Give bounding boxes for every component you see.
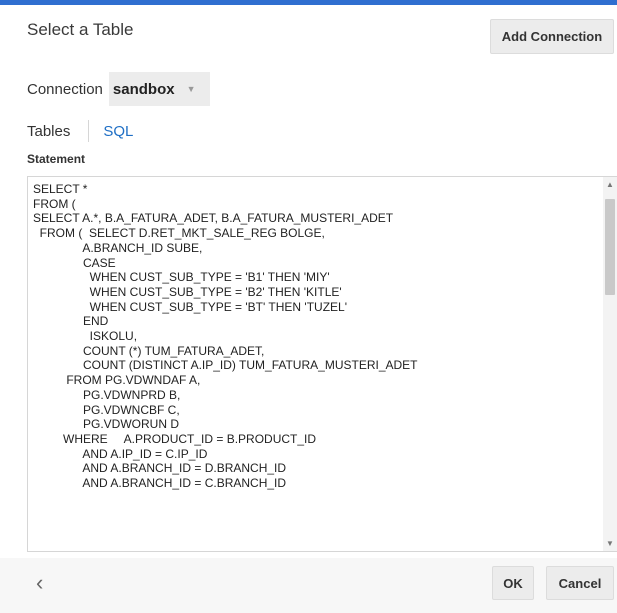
source-tabs: Tables SQL — [27, 120, 133, 142]
add-connection-button[interactable]: Add Connection — [490, 19, 614, 54]
sql-statement-editor[interactable]: SELECT * FROM ( SELECT A.*, B.A_FATURA_A… — [27, 176, 617, 552]
connection-label: Connection — [27, 80, 103, 98]
tab-divider — [88, 120, 90, 142]
connection-value: sandbox — [112, 80, 175, 98]
editor-scrollbar[interactable]: ▲ ▼ — [603, 177, 617, 551]
cancel-button[interactable]: Cancel — [546, 566, 614, 600]
arrow-down-icon[interactable]: ▼ — [603, 539, 617, 548]
connection-row: Connection sandbox ▼ — [27, 72, 210, 106]
tab-sql[interactable]: SQL — [103, 123, 133, 140]
dialog-title: Select a Table — [27, 20, 134, 39]
connection-select[interactable]: sandbox ▼ — [108, 72, 210, 106]
tab-tables[interactable]: Tables — [27, 123, 70, 140]
dialog-accent-bar — [0, 0, 617, 5]
sql-statement-text[interactable]: SELECT * FROM ( SELECT A.*, B.A_FATURA_A… — [33, 182, 418, 491]
ok-button[interactable]: OK — [492, 566, 534, 600]
chevron-left-icon[interactable]: ‹ — [36, 570, 43, 596]
chevron-down-icon: ▼ — [186, 84, 196, 94]
arrow-up-icon[interactable]: ▲ — [603, 180, 617, 189]
statement-label: Statement — [27, 152, 86, 166]
scrollbar-thumb[interactable] — [605, 199, 615, 295]
